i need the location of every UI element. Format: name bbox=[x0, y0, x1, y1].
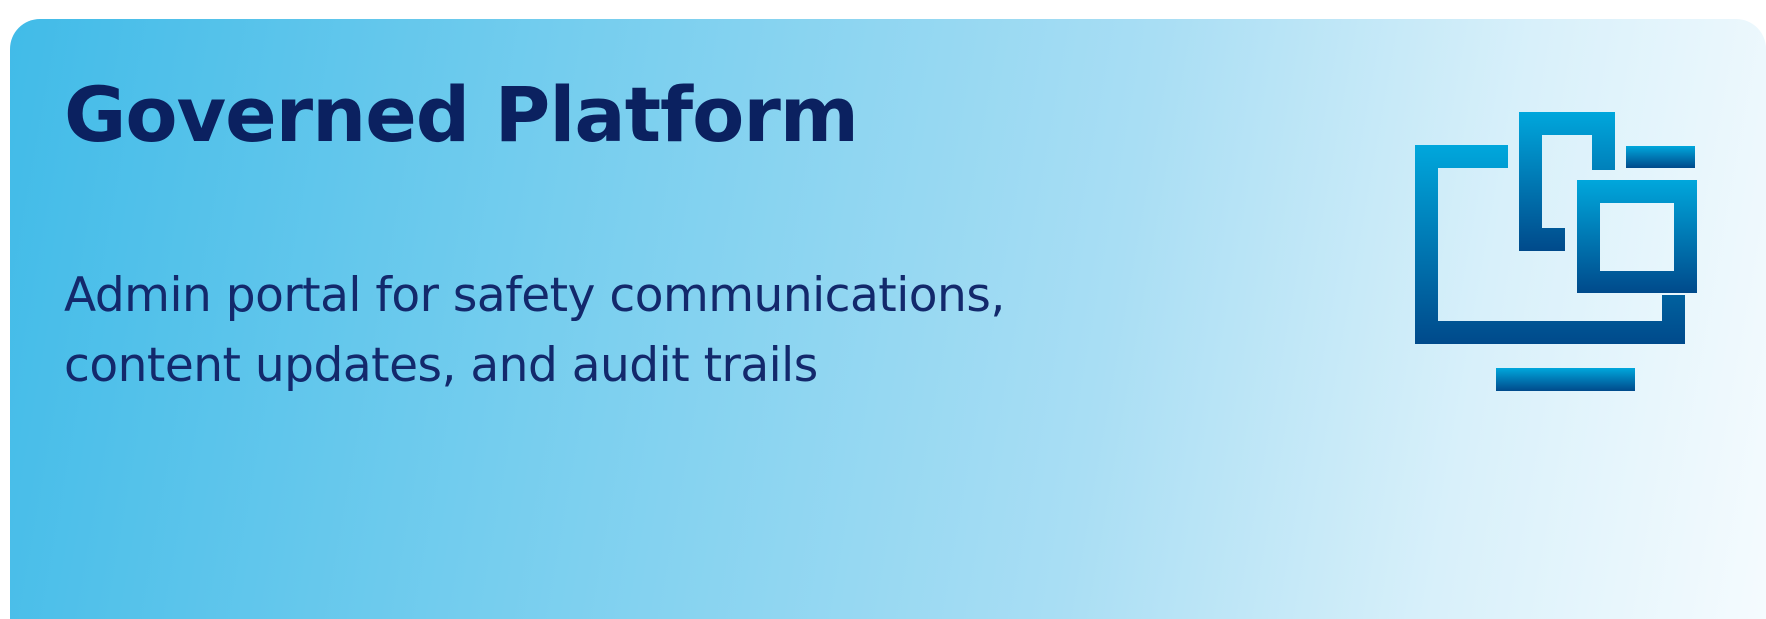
feature-card: Governed Platform Admin portal for safet… bbox=[10, 19, 1766, 619]
monitor-windows-icon bbox=[1405, 90, 1715, 392]
icon-shapes bbox=[1415, 112, 1697, 391]
card-description: Admin portal for safety communications, … bbox=[64, 268, 1005, 393]
card-title: Governed Platform bbox=[64, 70, 859, 159]
